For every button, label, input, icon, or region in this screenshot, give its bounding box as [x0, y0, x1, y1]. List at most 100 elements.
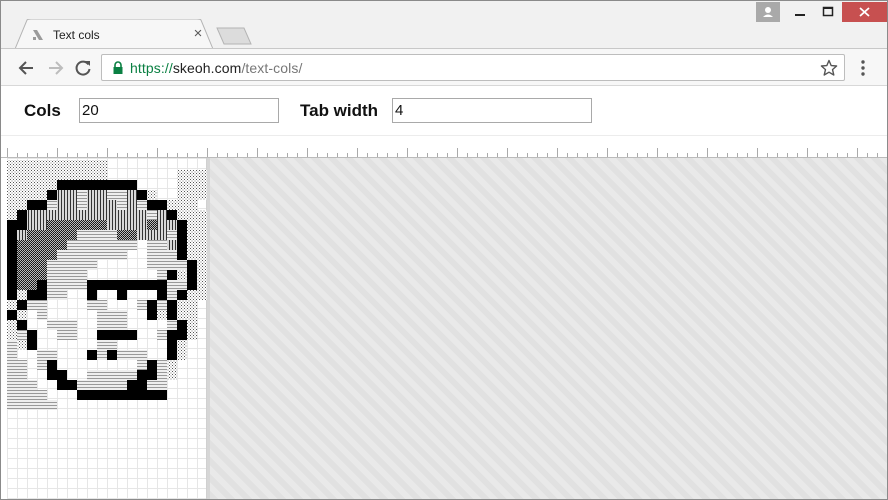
- art-cell: [7, 370, 17, 380]
- art-cell: [177, 350, 187, 360]
- art-cell: [127, 330, 137, 340]
- art-cell: [57, 250, 67, 260]
- address-bar[interactable]: https://skeoh.com/text-cols/: [101, 54, 845, 81]
- art-cell: [97, 370, 107, 380]
- star-icon[interactable]: [820, 59, 838, 77]
- art-cell: [177, 310, 187, 320]
- art-cell: [87, 280, 97, 290]
- tab-close-icon[interactable]: ×: [191, 26, 205, 42]
- art-cell: [57, 200, 67, 210]
- art-cell: [27, 390, 37, 400]
- art-cell: [27, 160, 37, 170]
- art-cell: [87, 370, 97, 380]
- art-cell: [187, 180, 197, 190]
- art-cell: [177, 250, 187, 260]
- art-cell: [77, 180, 87, 190]
- art-cell: [87, 180, 97, 190]
- art-cell: [187, 240, 197, 250]
- cols-input[interactable]: [79, 98, 279, 123]
- art-cell: [7, 350, 17, 360]
- controls-bar: Cols Tab width: [1, 86, 887, 136]
- user-icon[interactable]: [756, 2, 780, 22]
- art-cell: [87, 250, 97, 260]
- art-cell: [57, 260, 67, 270]
- art-cell: [17, 190, 27, 200]
- tab-width-input[interactable]: [392, 98, 592, 123]
- title-bar: Text cols ×: [1, 1, 887, 49]
- menu-icon[interactable]: [855, 58, 871, 78]
- art-cell: [117, 220, 127, 230]
- art-cell: [47, 190, 57, 200]
- art-cell: [187, 230, 197, 240]
- maximize-icon[interactable]: [814, 2, 842, 22]
- art-cell: [37, 210, 47, 220]
- close-icon[interactable]: [842, 2, 887, 22]
- art-cell: [47, 320, 57, 330]
- art-cell: [47, 260, 57, 270]
- art-cell: [87, 350, 97, 360]
- art-cell: [197, 230, 207, 240]
- art-cell: [77, 390, 87, 400]
- art-cell: [187, 200, 197, 210]
- text-editor[interactable]: [1, 158, 887, 499]
- art-cell: [7, 230, 17, 240]
- art-cell: [167, 210, 177, 220]
- art-cell: [177, 200, 187, 210]
- art-cell: [177, 300, 187, 310]
- art-cell: [37, 240, 47, 250]
- text-column-grid[interactable]: [7, 158, 207, 499]
- art-cell: [147, 210, 157, 220]
- art-cell: [177, 210, 187, 220]
- art-cell: [127, 190, 137, 200]
- art-cell: [77, 380, 87, 390]
- art-cell: [147, 370, 157, 380]
- art-cell: [187, 250, 197, 260]
- art-cell: [147, 300, 157, 310]
- art-cell: [117, 380, 127, 390]
- art-cell: [127, 380, 137, 390]
- art-cell: [17, 240, 27, 250]
- art-cell: [197, 240, 207, 250]
- art-cell: [97, 200, 107, 210]
- art-cell: [107, 180, 117, 190]
- art-cell: [97, 350, 107, 360]
- url-path: /text-cols/: [241, 60, 303, 76]
- new-tab-button[interactable]: [216, 27, 252, 45]
- art-cell: [47, 170, 57, 180]
- art-cell: [147, 240, 157, 250]
- forward-icon[interactable]: [45, 58, 65, 78]
- art-cell: [77, 170, 87, 180]
- art-cell: [47, 370, 57, 380]
- art-cell: [77, 240, 87, 250]
- art-cell: [47, 200, 57, 210]
- back-icon[interactable]: [17, 58, 37, 78]
- art-cell: [57, 180, 67, 190]
- art-cell: [177, 280, 187, 290]
- tab-title: Text cols: [53, 28, 100, 42]
- art-cell: [97, 340, 107, 350]
- art-cell: [127, 200, 137, 210]
- art-cell: [7, 400, 17, 410]
- art-cell: [157, 280, 167, 290]
- art-cell: [57, 220, 67, 230]
- art-cell: [27, 190, 37, 200]
- art-cell: [97, 390, 107, 400]
- art-cell: [17, 300, 27, 310]
- art-cell: [167, 270, 177, 280]
- reload-icon[interactable]: [73, 58, 93, 78]
- art-cell: [7, 270, 17, 280]
- art-cell: [147, 190, 157, 200]
- art-cell: [17, 400, 27, 410]
- art-cell: [57, 380, 67, 390]
- art-cell: [157, 220, 167, 230]
- art-cell: [187, 210, 197, 220]
- art-cell: [17, 180, 27, 190]
- art-cell: [107, 190, 117, 200]
- art-cell: [17, 210, 27, 220]
- minimize-icon[interactable]: [786, 2, 814, 22]
- art-cell: [57, 270, 67, 280]
- art-cell: [57, 370, 67, 380]
- column-ruler: [1, 137, 887, 158]
- art-cell: [127, 350, 137, 360]
- art-cell: [17, 340, 27, 350]
